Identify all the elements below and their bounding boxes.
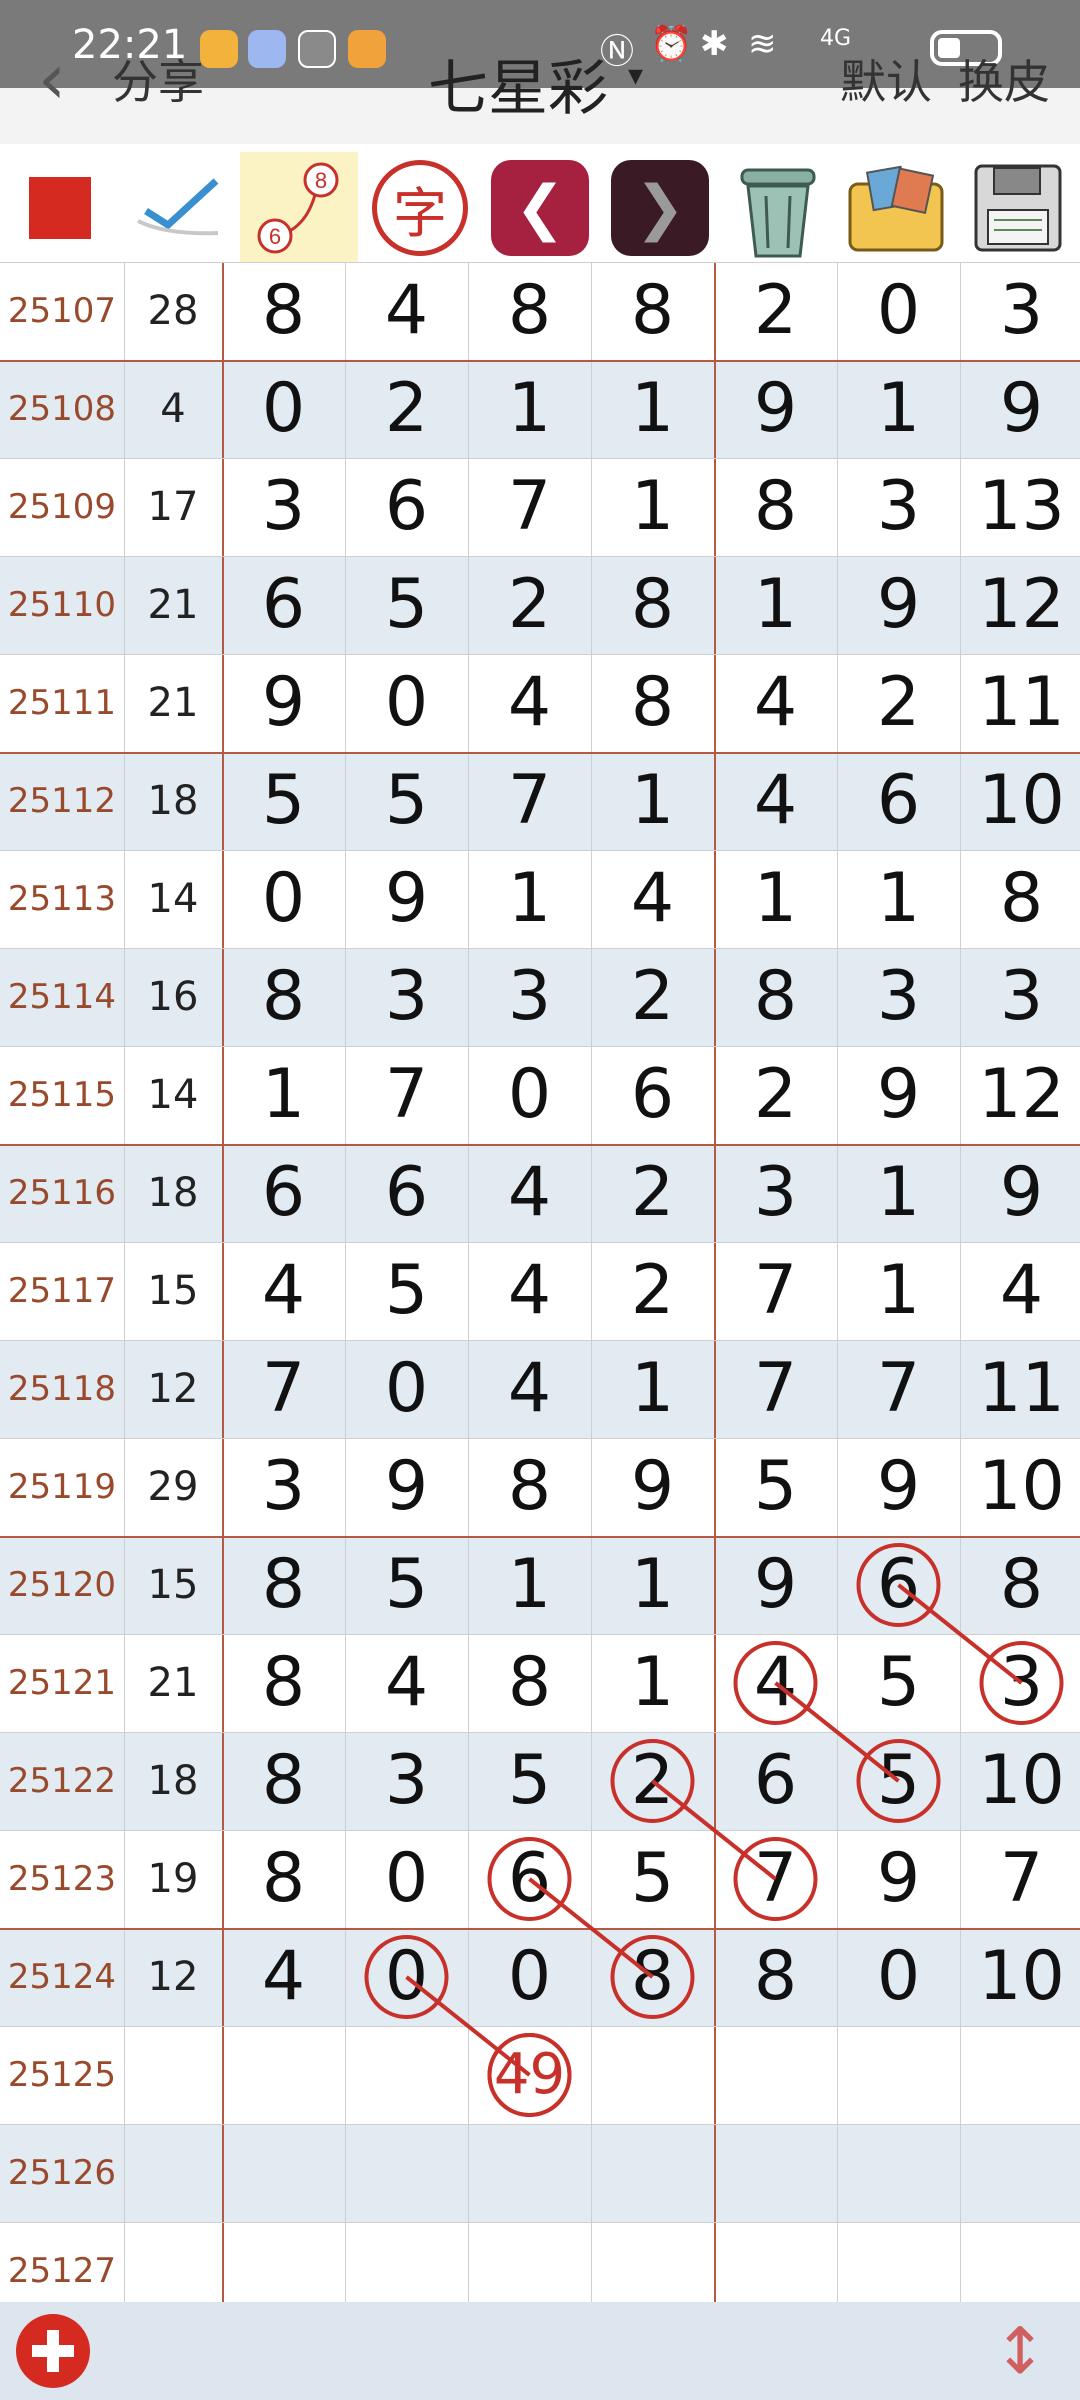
default-button[interactable]: 默认: [840, 46, 932, 112]
back-button[interactable]: ‹: [38, 38, 66, 120]
character-label: 字: [372, 160, 468, 256]
path-line: [774, 1681, 900, 1783]
pictures-icon[interactable]: [840, 152, 952, 264]
weather-app-icon: [200, 30, 238, 68]
path-line: [897, 1583, 1023, 1685]
badge-bottom: 6: [269, 224, 281, 249]
path-line: [528, 1877, 654, 1979]
path-numbers-icon[interactable]: 8 6: [240, 152, 358, 264]
path-line: [651, 1779, 777, 1881]
pen-check-icon[interactable]: [120, 152, 232, 264]
save-disk-icon[interactable]: [962, 152, 1074, 264]
app-header: ‹ 分享 七星彩 ▾ 默认 换皮: [0, 38, 1080, 144]
toolbar: 8 6 字 ❮ ❯: [0, 144, 1080, 264]
red-square-icon[interactable]: [4, 152, 116, 264]
character-icon[interactable]: 字: [364, 152, 476, 264]
lottery-grid: 25107 28 8 4 8 8 2 0 3 25108 4 0 2 1 1 9 1 9 25109 17 3 6 7 1 8 3…: [0, 262, 1080, 2321]
bottom-bar: ↕: [0, 2302, 1080, 2400]
scroll-arrows-icon[interactable]: ↕: [990, 2310, 1050, 2394]
path-line: [405, 1975, 531, 2077]
forward-arrow-icon[interactable]: ❯: [604, 152, 716, 264]
chevron-down-icon[interactable]: ▾: [628, 58, 643, 93]
change-skin-button[interactable]: 换皮: [958, 46, 1050, 112]
back-arrow-icon[interactable]: ❮: [484, 152, 596, 264]
search-app-icon: [348, 30, 386, 68]
chat-app-icon: [248, 30, 286, 68]
scroll-glyph: ↕: [993, 2315, 1047, 2389]
alarm-icon: ⏰: [650, 24, 693, 64]
badge-top: 8: [315, 168, 327, 193]
add-icon[interactable]: [16, 2314, 90, 2388]
wifi-icon: ≋: [748, 24, 777, 64]
bluetooth-icon: ✱: [700, 24, 729, 64]
share-button[interactable]: 分享: [112, 46, 204, 112]
hand-app-icon: [298, 30, 336, 68]
trash-icon[interactable]: [722, 152, 834, 264]
lottery-title-dropdown[interactable]: 七星彩: [428, 40, 608, 127]
path-overlay: [364, 1543, 1064, 2117]
